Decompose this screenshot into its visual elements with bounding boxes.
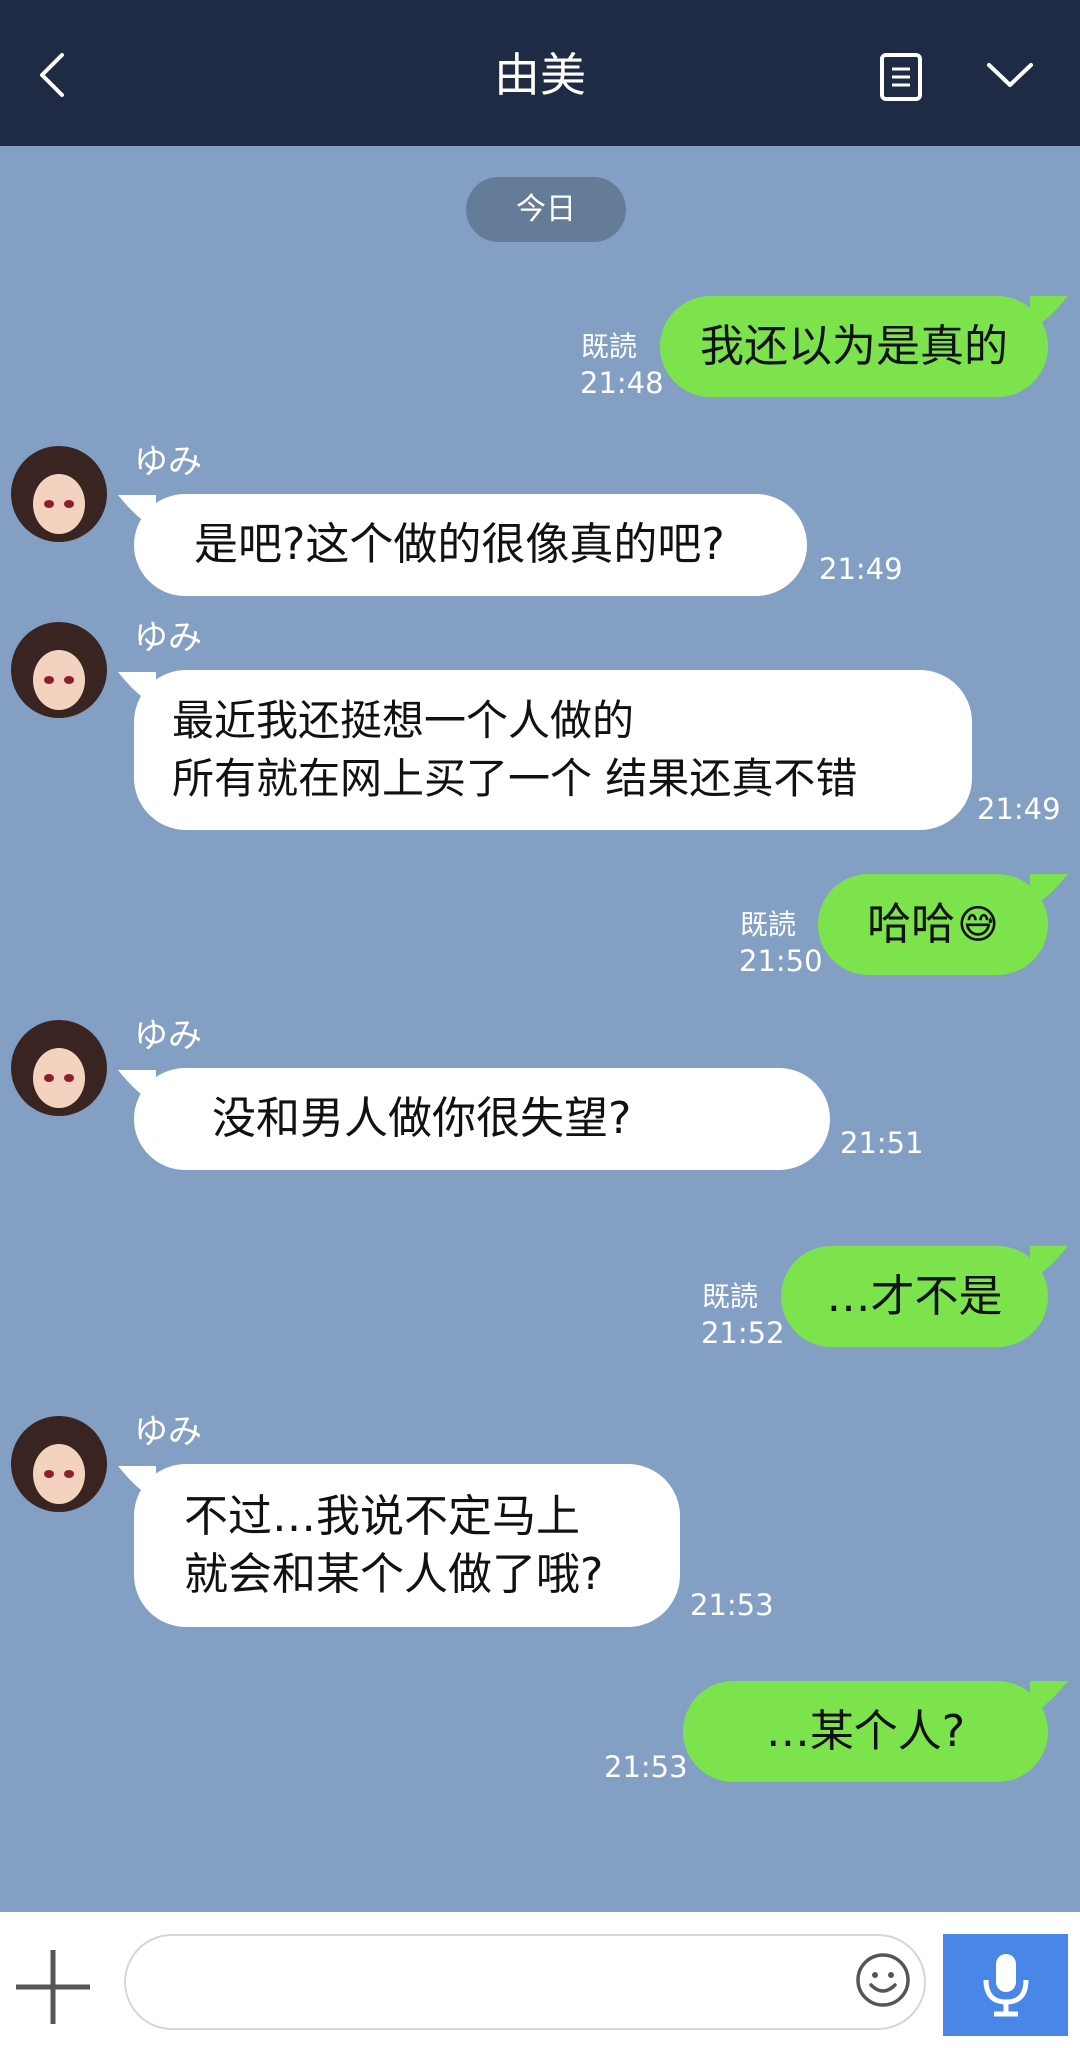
microphone-button[interactable] (943, 1934, 1068, 2036)
message-input[interactable] (124, 1934, 926, 2030)
outgoing-message-bubble[interactable]: 我还以为是真的 (660, 296, 1048, 397)
incoming-message-bubble[interactable]: 最近我还挺想一个人做的 所有就在网上买了一个 结果还真不错 (134, 670, 972, 830)
message-time: 21:53 (690, 1588, 774, 1622)
bubble-tail (1030, 296, 1068, 330)
sender-name: ゆみ (134, 618, 202, 658)
avatar[interactable] (11, 1020, 107, 1116)
chevron-down-icon[interactable] (985, 55, 1035, 95)
sender-name: ゆみ (134, 1016, 202, 1056)
message-time: 21:51 (840, 1126, 924, 1160)
emoji-icon[interactable] (855, 1952, 911, 2008)
sweat-smile-emoji-icon: 😅 (957, 901, 999, 948)
message-text: 不过…我说不定马上 就会和某个人做了哦? (184, 1490, 604, 1600)
message-time: 21:49 (819, 552, 903, 586)
microphone-icon (983, 1954, 1029, 2017)
read-receipt: 既読 (581, 330, 638, 363)
message-text: 没和男人做你很失望? (212, 1093, 632, 1144)
bubble-tail (1030, 1681, 1068, 1715)
incoming-message-bubble[interactable]: 没和男人做你很失望? (134, 1068, 830, 1170)
avatar[interactable] (11, 622, 107, 718)
read-receipt: 既読 (702, 1280, 759, 1313)
composer-bar (0, 1912, 1080, 2048)
notes-icon[interactable] (878, 52, 924, 102)
outgoing-message-bubble[interactable]: 哈哈 😅 (818, 874, 1048, 975)
outgoing-message-bubble[interactable]: …才不是 (781, 1246, 1048, 1347)
message-text: 哈哈 (867, 898, 956, 950)
bubble-tail (1030, 1246, 1068, 1280)
chat-header: 由美 (0, 0, 1080, 146)
outgoing-message-bubble[interactable]: …某个人? (683, 1681, 1048, 1782)
plus-icon[interactable] (14, 1948, 92, 2026)
message-time: 21:53 (604, 1750, 688, 1784)
message-text: 是吧?这个做的很像真的吧? (194, 519, 725, 570)
message-text: …才不是 (826, 1270, 1003, 1322)
message-time: 21:49 (977, 792, 1061, 826)
sender-name: ゆみ (134, 442, 202, 482)
message-text: …某个人? (765, 1705, 966, 1757)
avatar[interactable] (11, 446, 107, 542)
message-text: 最近我还挺想一个人做的 所有就在网上买了一个 结果还真不错 (172, 696, 858, 803)
message-time: 21:52 (701, 1316, 785, 1350)
date-divider: 今日 (466, 177, 626, 242)
incoming-message-bubble[interactable]: 不过…我说不定马上 就会和某个人做了哦? (134, 1464, 680, 1627)
message-time: 21:50 (739, 944, 823, 978)
sender-name: ゆみ (134, 1412, 202, 1452)
message-text: 我还以为是真的 (700, 320, 1008, 372)
message-time: 21:48 (580, 366, 664, 400)
incoming-message-bubble[interactable]: 是吧?这个做的很像真的吧? (134, 494, 807, 596)
avatar[interactable] (11, 1416, 107, 1512)
bubble-tail (1030, 874, 1068, 908)
read-receipt: 既読 (740, 908, 797, 941)
